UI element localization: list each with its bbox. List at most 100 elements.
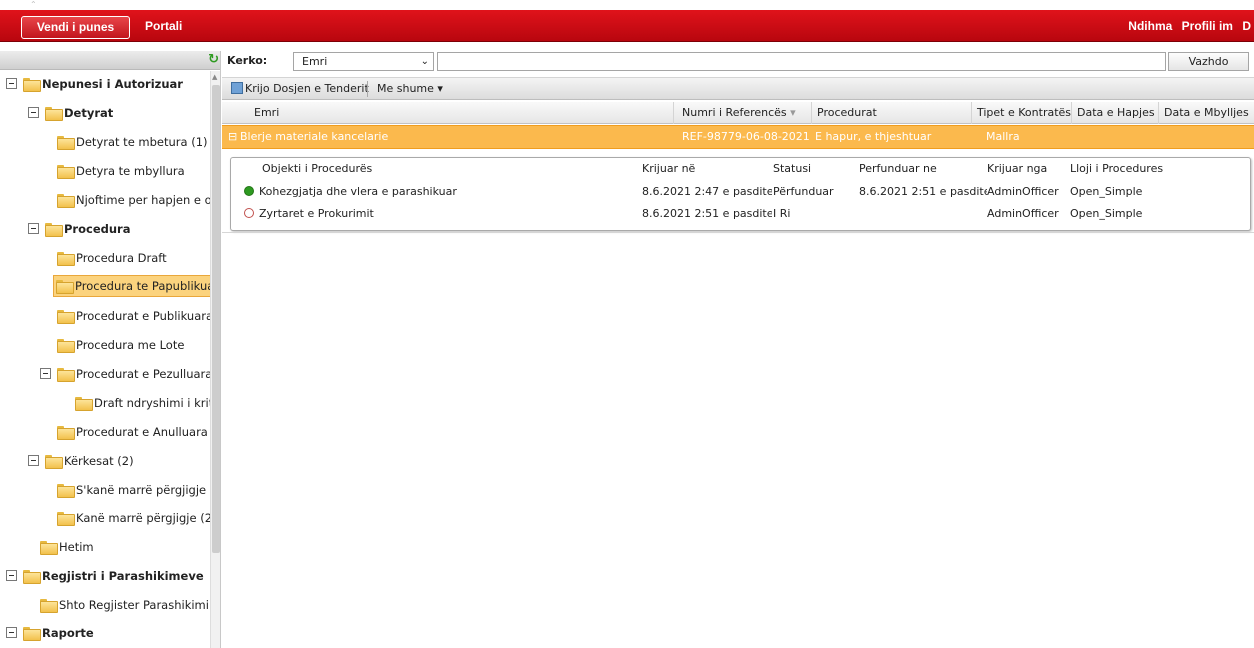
- collapse-icon[interactable]: [6, 570, 17, 581]
- tree-item-procedura-draft[interactable]: Procedura Draft: [57, 247, 167, 269]
- table-row[interactable]: ⊟ Blerje materiale kancelarie REF-98779-…: [222, 125, 1254, 149]
- tree-item-pa-pergjigje[interactable]: S'kanë marrë përgjigje (0): [57, 479, 220, 501]
- subrow-finished: [859, 203, 987, 225]
- folder-icon: [56, 279, 74, 294]
- folder-icon: [23, 626, 41, 641]
- tree-item-nepunesi[interactable]: Nepunesi i Autorizuar: [6, 73, 183, 95]
- row-open-date: [1071, 126, 1158, 148]
- folder-icon: [57, 338, 75, 353]
- tree-item-njoftime[interactable]: Njoftime per hapjen e oferta: [57, 189, 220, 211]
- sidebar-scrollbar[interactable]: ▲: [210, 71, 220, 648]
- folder-icon: [57, 193, 75, 208]
- folder-icon: [40, 598, 58, 613]
- sidebar-header: ↻: [0, 51, 220, 70]
- folder-icon: [40, 540, 58, 555]
- tree-item-shto-regjister[interactable]: Shto Regjister Parashikimi: [40, 594, 209, 616]
- tree-item-raporte[interactable]: Raporte: [6, 622, 94, 644]
- subgrid-row[interactable]: Kohezgjatja dhe vlera e parashikuar 8.6.…: [231, 181, 1250, 203]
- tree-item-procedurat-publikuara[interactable]: Procedurat e Publikuara: [57, 305, 213, 327]
- tree-item-me-pergjigje[interactable]: Kanë marrë përgjigje (2): [57, 507, 217, 529]
- subcol-krijuar-nga[interactable]: Krijuar nga: [987, 158, 1071, 180]
- refresh-icon[interactable]: ↻: [208, 52, 219, 67]
- row-procedure: E hapur, e thjeshtuar: [815, 130, 932, 143]
- subrow-object: Kohezgjatja dhe vlera e parashikuar: [259, 185, 457, 198]
- tree-item-procedurat-anulluara[interactable]: Procedurat e Anulluara: [57, 421, 208, 443]
- procedure-objects-subgrid: Objekti i Procedurës Krijuar në Statusi …: [230, 157, 1251, 231]
- column-header-tipet[interactable]: Tipet e Kontratës: [971, 102, 1071, 124]
- help-link[interactable]: Ndihma: [1128, 19, 1172, 33]
- top-navigation-bar: Vendi i punes Portali Ndihma Profili im …: [0, 10, 1254, 42]
- collapse-icon[interactable]: [28, 455, 39, 466]
- window-top-strip: ⌃: [0, 0, 1254, 10]
- column-header-procedurat[interactable]: Procedurat: [811, 102, 971, 124]
- subrow-type: Open_Simple: [1070, 207, 1143, 220]
- tree-item-procedura-lote[interactable]: Procedura me Lote: [57, 334, 184, 356]
- green-dot-icon: [244, 186, 254, 196]
- scroll-up-icon[interactable]: ▲: [212, 73, 217, 81]
- search-input[interactable]: [437, 52, 1166, 71]
- profile-link[interactable]: Profili im: [1182, 19, 1233, 33]
- subcol-objekti[interactable]: Objekti i Procedurës: [262, 158, 642, 180]
- tab-vendi-i-punes[interactable]: Vendi i punes: [21, 16, 130, 39]
- subcol-perfunduar-ne[interactable]: Perfunduar ne: [859, 158, 987, 180]
- tree-item-draft-ndryshimi[interactable]: Draft ndryshimi i kriterev: [75, 392, 220, 414]
- folder-icon: [57, 164, 75, 179]
- search-field-select[interactable]: Emri ⌄: [293, 52, 434, 71]
- subgrid-header: Objekti i Procedurës Krijuar në Statusi …: [231, 158, 1250, 180]
- subrow-status: I Ri: [773, 207, 791, 220]
- subgrid-row[interactable]: Zyrtaret e Prokurimit 8.6.2021 2:51 e pa…: [231, 203, 1250, 225]
- red-ring-icon: [244, 208, 254, 218]
- folder-icon: [57, 483, 75, 498]
- row-close-date: [1158, 126, 1250, 148]
- subrow-type: Open_Simple: [1070, 185, 1143, 198]
- tree-item-procedura[interactable]: Procedura: [28, 218, 130, 240]
- more-menu-button[interactable]: Me shume ▾: [377, 81, 443, 96]
- create-tender-button[interactable]: Krijo Dosjen e Tenderit: [231, 81, 369, 96]
- grid-header: Emri Numri i Referencës ▾ Procedurat Tip…: [222, 102, 1254, 124]
- subrow-created: 8.6.2021 2:51 e pasdites: [642, 207, 772, 220]
- grid-toolbar: Krijo Dosjen e Tenderit Me shume ▾: [222, 77, 1254, 100]
- user-folder-icon: [23, 77, 41, 92]
- subcol-krijuar-ne[interactable]: Krijuar në: [642, 158, 772, 180]
- collapse-icon[interactable]: [28, 107, 39, 118]
- scrollbar-thumb[interactable]: [212, 85, 220, 553]
- subcol-statusi[interactable]: Statusi: [773, 158, 859, 180]
- column-header-data-mbylljes[interactable]: Data e Mbylljes: [1158, 102, 1250, 124]
- folder-icon: [57, 251, 75, 266]
- search-button[interactable]: Vazhdo: [1168, 52, 1249, 71]
- folder-icon: [45, 454, 63, 469]
- collapse-icon[interactable]: [6, 78, 17, 89]
- subrow-object: Zyrtaret e Prokurimit: [259, 207, 374, 220]
- folder-icon: [57, 309, 75, 324]
- subrow-created: 8.6.2021 2:47 e pasdites: [642, 185, 772, 198]
- tree-item-detyra-mbyllura[interactable]: Detyra te mbyllura: [57, 160, 185, 182]
- tab-portali[interactable]: Portali: [145, 16, 182, 39]
- subrow-finished: 8.6.2021 2:51 e pasdites: [859, 185, 987, 198]
- subrow-created-by: AdminOfficer: [987, 207, 1059, 220]
- tree-item-procedura-papublikuara[interactable]: Procedura te Papublikuara: [53, 275, 220, 297]
- main-panel: Kerko: Emri ⌄ Vazhdo Krijo Dosjen e Tend…: [222, 51, 1254, 648]
- tree-item-regjistri[interactable]: Regjistri i Parashikimeve: [6, 565, 204, 587]
- truncated-link[interactable]: D: [1242, 19, 1251, 33]
- tree-item-kerkesat[interactable]: Kërkesat (2): [28, 450, 134, 472]
- column-header-reference[interactable]: Numri i Referencës ▾: [673, 102, 811, 124]
- minimize-icon: ⌃: [30, 0, 37, 9]
- column-header-emri[interactable]: Emri: [222, 102, 673, 124]
- column-header-data-hapjes[interactable]: Data e Hapjes: [1071, 102, 1158, 124]
- search-bar: Kerko: Emri ⌄ Vazhdo: [222, 51, 1254, 72]
- collapse-icon[interactable]: [6, 627, 17, 638]
- tree-item-detyrat[interactable]: Detyrat: [28, 102, 113, 124]
- tree-item-hetim[interactable]: Hetim: [40, 536, 94, 558]
- folder-icon: [57, 135, 75, 150]
- sort-desc-icon: ▾: [790, 106, 796, 119]
- collapse-icon[interactable]: [28, 223, 39, 234]
- subcol-lloji[interactable]: Lloji i Procedures: [1070, 158, 1220, 180]
- row-name: Blerje materiale kancelarie: [240, 130, 389, 143]
- tree-item-procedurat-pezulluara[interactable]: Procedurat e Pezulluara: [40, 363, 212, 385]
- tree-item-detyrat-mbetura[interactable]: Detyrat te mbetura (1): [57, 131, 208, 153]
- toolbar-separator: [367, 81, 368, 97]
- row-contract-type: Mallra: [986, 130, 1020, 143]
- collapse-icon[interactable]: [40, 368, 51, 379]
- user-links: Ndihma Profili im D: [1122, 16, 1251, 37]
- folder-icon: [75, 396, 93, 411]
